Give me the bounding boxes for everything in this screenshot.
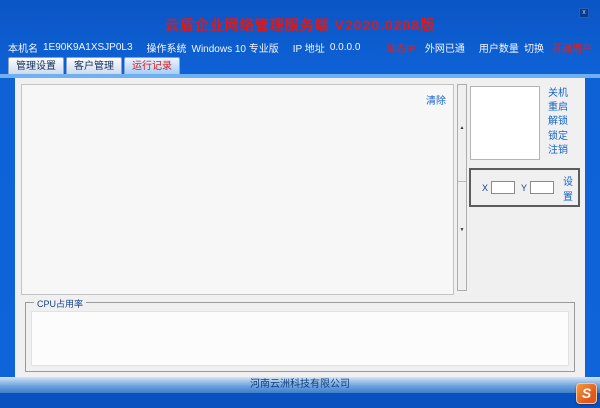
footer-bar: 河南云洲科技有限公司 (0, 377, 600, 393)
host-value: 1E90K9A1XSJP0L3 (43, 42, 133, 53)
client-list-box[interactable] (470, 86, 540, 160)
bottom-strip (0, 393, 600, 408)
status-bar: 本机名 1E90K9A1XSJP0L3 操作系统 Windows 10 专业版 … (8, 41, 592, 54)
y-input[interactable] (530, 181, 554, 194)
account-status: 开通用户 (552, 40, 592, 55)
host-label: 本机名 (8, 40, 38, 55)
tab-bar: 管理设置 客户管理 运行记录 (8, 57, 180, 74)
app-title: 云盾企业网络管理服务端 V2020.0208版 (165, 17, 435, 33)
log-scrollbar[interactable]: ▲ ▼ (457, 84, 467, 291)
scrollbar-divider (458, 181, 466, 182)
wan-status: 外网已通 (425, 40, 465, 55)
scroll-up-icon[interactable]: ▲ (458, 125, 466, 131)
tab-run-log[interactable]: 运行记录 (124, 57, 180, 74)
cpu-usage-chart-area (31, 311, 569, 366)
ip-value: 0.0.0.0 (330, 42, 361, 53)
x-input[interactable] (491, 181, 515, 194)
title-bar: 云盾企业网络管理服务端 V2020.0208版 (0, 15, 600, 35)
close-icon[interactable]: x (579, 8, 589, 18)
tab-page-run-log: 清除 ▲ ▼ 关机 重启 解锁 锁定 注销 X Y 设置 CPU占用率 (15, 78, 585, 377)
y-label: Y (521, 183, 527, 193)
set-position-link[interactable]: 设置 (563, 173, 578, 203)
users-label: 用户数量 (479, 40, 519, 55)
lock-link[interactable]: 锁定 (548, 130, 568, 144)
clear-log-link[interactable]: 清除 (426, 92, 446, 107)
s-brand-logo-icon: S (576, 383, 597, 404)
company-name: 河南云洲科技有限公司 (250, 379, 350, 390)
switch-link[interactable]: 切换 (524, 40, 544, 55)
position-settings-box: X Y 设置 (469, 168, 580, 207)
scroll-down-icon[interactable]: ▼ (458, 227, 466, 233)
os-label: 操作系统 (147, 40, 187, 55)
ip-type-badge: 动态IP (386, 40, 415, 55)
cpu-usage-title: CPU占用率 (34, 297, 86, 310)
tab-client-management[interactable]: 客户管理 (66, 57, 122, 74)
log-list-panel[interactable]: 清除 (21, 84, 454, 295)
tab-management-settings[interactable]: 管理设置 (8, 57, 64, 74)
os-value: Windows 10 专业版 (192, 40, 279, 55)
action-links: 关机 重启 解锁 锁定 注销 (548, 87, 568, 158)
ip-label: IP 地址 (293, 40, 325, 55)
x-label: X (482, 183, 488, 193)
restart-link[interactable]: 重启 (548, 101, 568, 115)
logout-link[interactable]: 注销 (548, 144, 568, 158)
shutdown-link[interactable]: 关机 (548, 87, 568, 101)
cpu-usage-group: CPU占用率 (25, 302, 575, 372)
unlock-link[interactable]: 解锁 (548, 115, 568, 129)
